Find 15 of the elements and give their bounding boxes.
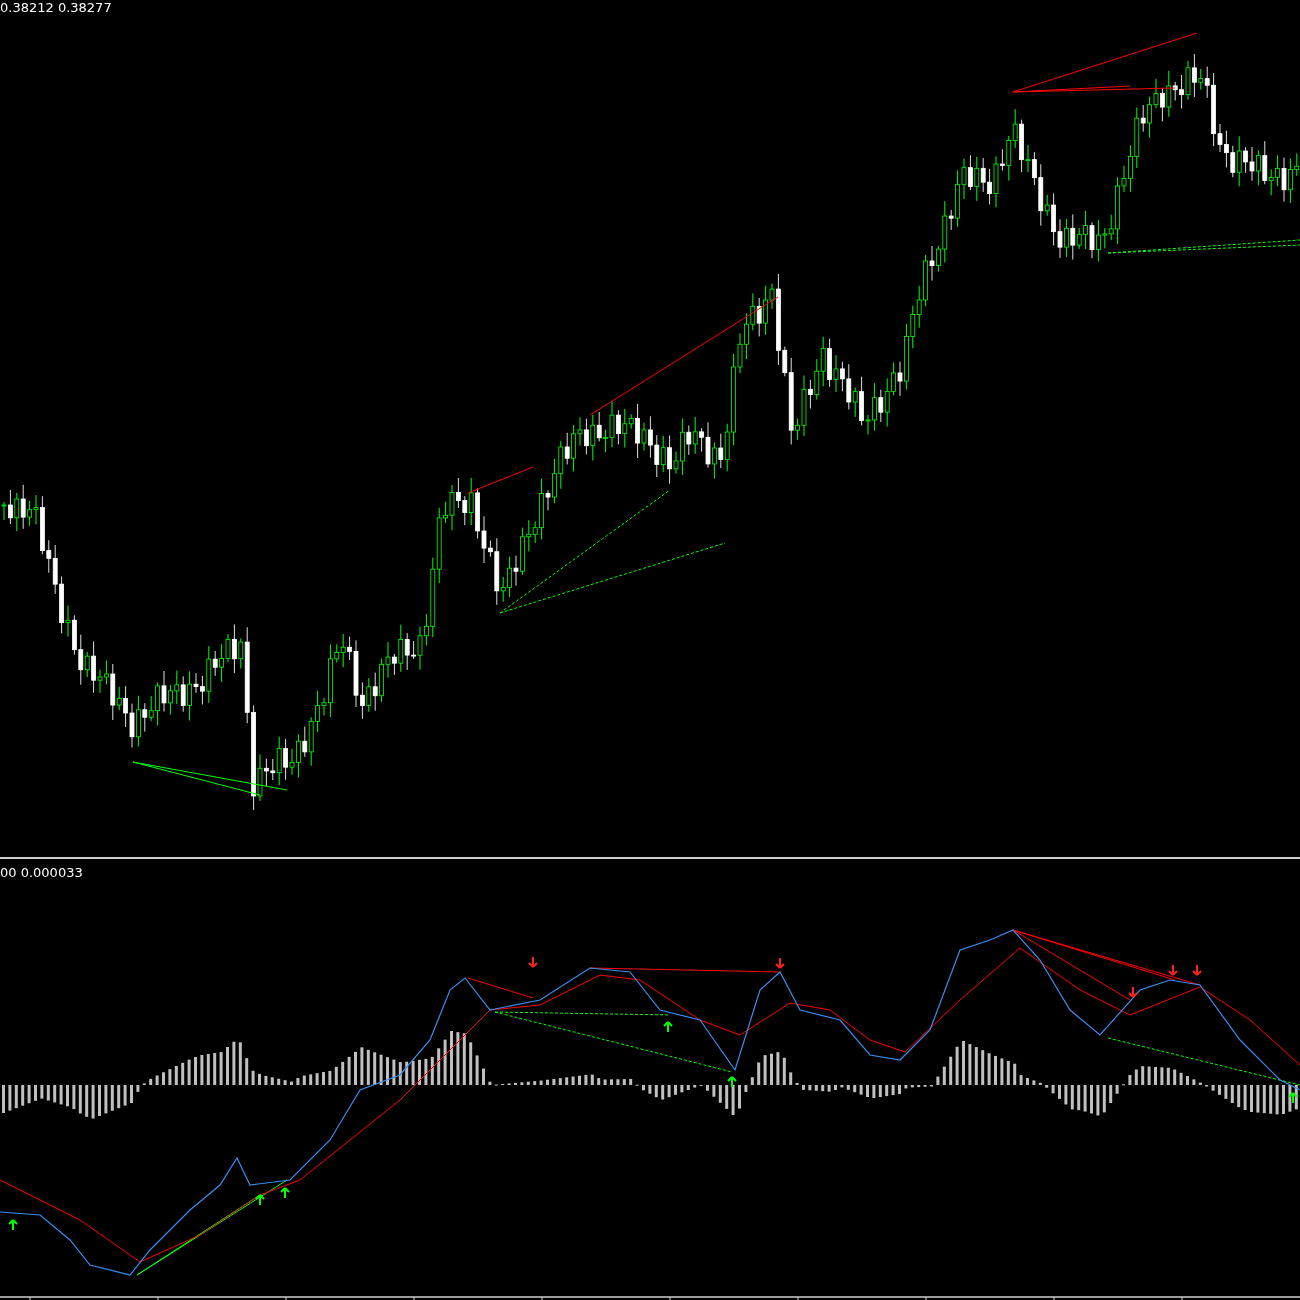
up-arrow-icon (8, 1219, 18, 1231)
up-arrow-icon (663, 1021, 673, 1033)
up-arrow-icon (1288, 1092, 1298, 1104)
up-arrow-icon (727, 1076, 737, 1088)
price-readout: 0.38212 0.38277 (0, 1, 112, 14)
down-arrow-icon (1168, 964, 1178, 976)
down-arrow-icon (775, 957, 785, 969)
trend-line (467, 466, 534, 494)
up-arrow-icon (280, 1187, 290, 1199)
down-arrow-icon (1192, 964, 1202, 976)
up-arrow-icon (255, 1194, 265, 1206)
indicator-readout: 00 0.000033 (0, 866, 83, 879)
trend-line (467, 977, 534, 999)
down-arrow-icon (1128, 986, 1138, 998)
down-arrow-icon (528, 956, 538, 968)
